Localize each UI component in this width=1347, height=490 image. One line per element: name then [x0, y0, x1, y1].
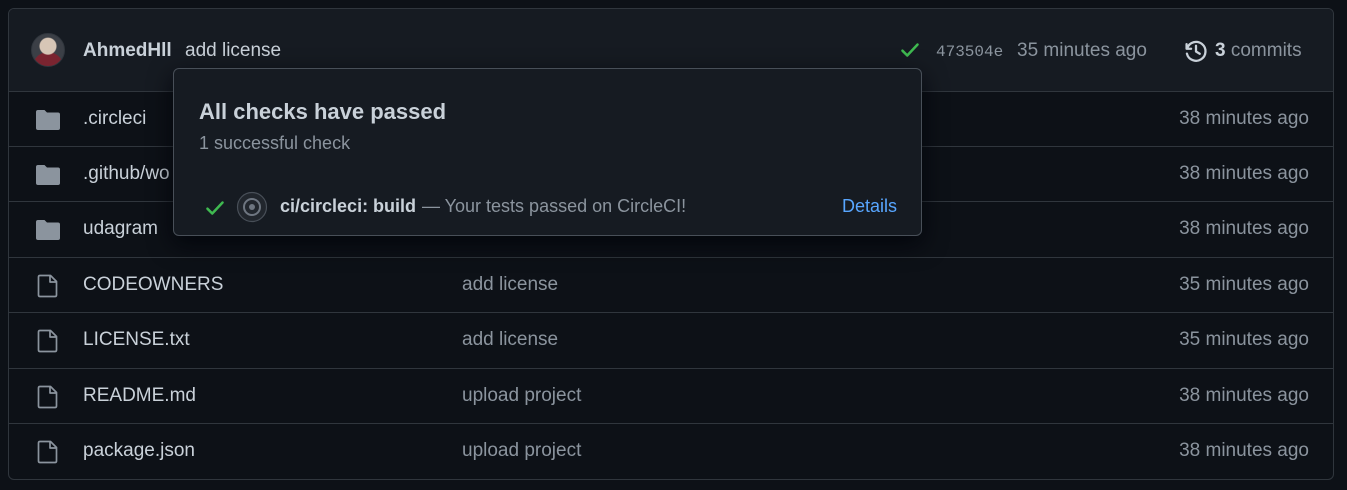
file-age: 38 minutes ago — [1179, 440, 1309, 461]
file-icon — [37, 274, 58, 298]
commits-label: commits — [1230, 40, 1302, 61]
checks-subtitle: 1 successful check — [199, 133, 351, 153]
file-age: 35 minutes ago — [1179, 274, 1309, 295]
commits-count: 3 — [1215, 40, 1226, 61]
file-icon — [37, 440, 58, 464]
file-icon — [37, 385, 58, 409]
avatar[interactable] — [31, 33, 65, 67]
commit-time: 35 minutes ago — [1017, 40, 1147, 61]
file-name-link[interactable]: .github/wo — [83, 163, 170, 185]
file-row[interactable]: CODEOWNERS add license 35 minutes ago — [9, 257, 1333, 312]
file-commit-message[interactable]: upload project — [462, 440, 581, 462]
file-age: 35 minutes ago — [1179, 329, 1309, 350]
folder-icon — [36, 220, 60, 240]
folder-icon — [36, 165, 60, 185]
commit-message-link[interactable]: add license — [185, 40, 281, 62]
file-age: 38 minutes ago — [1179, 163, 1309, 184]
check-description: — Your tests passed on CircleCI! — [422, 196, 687, 216]
commit-sha-link[interactable]: 473504e — [936, 43, 1003, 61]
file-name-link[interactable]: package.json — [83, 440, 195, 462]
checks-title: All checks have passed — [199, 99, 447, 124]
file-commit-message[interactable]: upload project — [462, 385, 581, 407]
commits-link[interactable]: 3 commits — [1215, 40, 1302, 62]
file-name-link[interactable]: LICENSE.txt — [83, 329, 190, 351]
file-age: 38 minutes ago — [1179, 218, 1309, 239]
file-name-link[interactable]: CODEOWNERS — [83, 274, 223, 296]
file-age: 38 minutes ago — [1179, 385, 1309, 406]
check-icon[interactable] — [899, 39, 921, 61]
circleci-logo-icon — [236, 191, 268, 223]
file-age: 38 minutes ago — [1179, 108, 1309, 129]
file-row[interactable]: package.json upload project 38 minutes a… — [9, 423, 1333, 478]
file-commit-message[interactable]: add license — [462, 329, 558, 351]
commit-author-link[interactable]: AhmedHll — [83, 40, 172, 62]
file-row[interactable]: LICENSE.txt add license 35 minutes ago — [9, 312, 1333, 367]
details-link[interactable]: Details — [842, 196, 897, 217]
folder-icon — [36, 110, 60, 130]
file-name-link[interactable]: udagram — [83, 218, 158, 240]
file-commit-message[interactable]: add license — [462, 274, 558, 296]
check-name: ci/circleci: build — [280, 196, 417, 216]
file-name-link[interactable]: .circleci — [83, 108, 146, 130]
file-name-link[interactable]: README.md — [83, 385, 196, 407]
check-icon — [206, 201, 224, 215]
checks-popover: All checks have passed 1 successful chec… — [173, 68, 922, 236]
file-row[interactable]: README.md upload project 38 minutes ago — [9, 368, 1333, 423]
history-icon[interactable] — [1183, 38, 1209, 64]
file-icon — [37, 329, 58, 353]
